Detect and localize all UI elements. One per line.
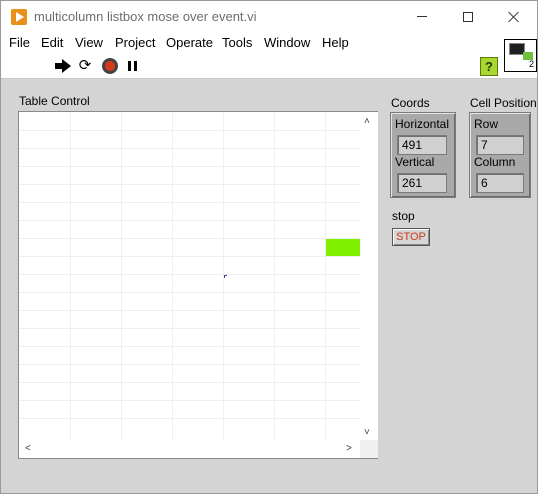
row-label: Row (474, 117, 499, 131)
pause-icon[interactable] (126, 58, 142, 74)
vi-icon-number: 2 (529, 59, 535, 69)
menu-tools[interactable]: Tools (222, 35, 252, 50)
grid-line (70, 112, 71, 440)
cell-position-cluster: Row 7 Column 6 (469, 112, 531, 198)
minimize-button[interactable] (399, 1, 445, 32)
grid-line (19, 238, 361, 239)
grid-line (325, 112, 326, 440)
maximize-icon (463, 11, 473, 22)
menu-bar: File Edit View Project Operate Tools Win… (1, 32, 537, 53)
column-label: Column (474, 155, 516, 169)
window-title: multicolumn listbox mose over event.vi (34, 9, 257, 24)
vertical-label: Vertical (395, 155, 435, 169)
grid-line (19, 202, 361, 203)
grid-line (19, 400, 361, 401)
grid-line (19, 346, 361, 347)
menu-project[interactable]: Project (115, 35, 155, 50)
run-continuously-icon[interactable]: ⟳ (77, 58, 93, 74)
horizontal-label: Horizontal (395, 117, 450, 131)
grid-line (172, 112, 173, 440)
menu-file[interactable]: File (9, 35, 30, 50)
grid-line (19, 418, 361, 419)
abort-execution-icon[interactable] (102, 58, 118, 74)
grid-line (19, 310, 361, 311)
highlighted-cell[interactable] (326, 239, 360, 256)
grid-line (19, 130, 361, 131)
close-button[interactable] (491, 1, 537, 32)
coords-label: Coords (391, 96, 430, 110)
run-arrow-icon[interactable] (55, 58, 71, 74)
column-indicator: 6 (476, 173, 524, 193)
grid-line (19, 220, 361, 221)
labview-front-panel-window: multicolumn listbox mose over event.vi F… (0, 0, 538, 494)
grid-line (19, 184, 361, 185)
grid-line (19, 292, 361, 293)
grid-line (19, 328, 361, 329)
stop-button[interactable]: STOP (392, 228, 430, 246)
vertical-scrollbar[interactable]: ˄ ˅ (360, 112, 378, 440)
minimize-icon (417, 16, 427, 17)
grid-line (19, 364, 361, 365)
scrollbar-corner (360, 440, 378, 458)
scroll-right-arrow-icon[interactable]: > (346, 444, 352, 454)
menu-window[interactable]: Window (264, 35, 310, 50)
menu-help[interactable]: Help (322, 35, 349, 50)
table-control[interactable]: ˄ ˅ < > (18, 111, 378, 459)
stop-label: stop (392, 209, 415, 223)
maximize-button[interactable] (445, 1, 491, 32)
toolbar: ⟳ ? (1, 53, 537, 79)
menu-view[interactable]: View (75, 35, 103, 50)
grid-line (19, 166, 361, 167)
grid-line (121, 112, 122, 440)
vertical-indicator: 261 (397, 173, 447, 193)
menu-edit[interactable]: Edit (41, 35, 63, 50)
menu-operate[interactable]: Operate (166, 35, 213, 50)
coords-cluster: Horizontal 491 Vertical 261 (390, 112, 456, 198)
grid-line (19, 274, 361, 275)
horizontal-scrollbar[interactable]: < > (19, 440, 360, 458)
grid-line (19, 256, 361, 257)
scroll-left-arrow-icon[interactable]: < (25, 444, 31, 454)
title-bar: multicolumn listbox mose over event.vi (1, 1, 537, 32)
grid-line (19, 148, 361, 149)
close-icon (508, 11, 520, 23)
cell-position-label: Cell Position (470, 96, 537, 110)
horizontal-indicator: 491 (397, 135, 447, 155)
scroll-up-arrow-icon[interactable]: ˄ (364, 117, 370, 127)
mouse-cursor-icon (224, 275, 227, 278)
labview-app-icon (11, 9, 27, 25)
vi-icon[interactable]: 2 (504, 39, 537, 72)
grid-line (19, 382, 361, 383)
grid-line (274, 112, 275, 440)
row-indicator: 7 (476, 135, 524, 155)
table-control-label: Table Control (19, 94, 90, 108)
scroll-down-arrow-icon[interactable]: ˅ (364, 428, 370, 438)
context-help-button[interactable]: ? (480, 57, 498, 76)
